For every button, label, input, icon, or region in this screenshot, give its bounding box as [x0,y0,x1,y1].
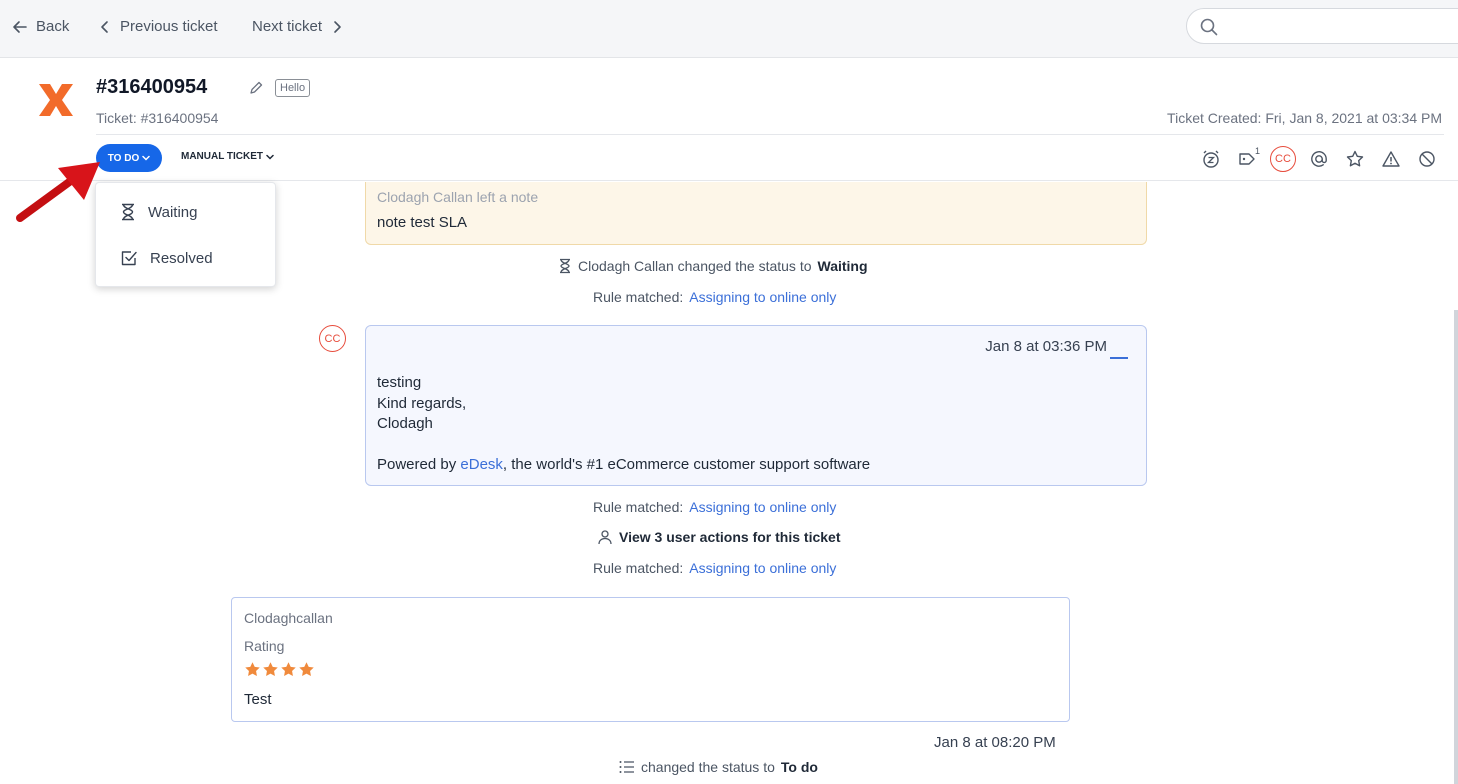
checkbox-icon [121,251,137,266]
internal-note: Clodagh Callan left a note note test SLA [365,182,1147,245]
ticket-type-dropdown[interactable]: MANUAL TICKET [181,151,274,162]
user-actions-text: View 3 user actions for this ticket [619,529,841,545]
previous-ticket-label: Previous ticket [120,18,218,35]
message-time: Jan 8 at 03:36 PM [985,338,1107,355]
red-arrow-annotation-icon [16,162,100,222]
tag-count: 1 [1254,146,1260,156]
rule-link[interactable]: Assigning to online only [689,560,836,576]
back-label: Back [36,18,70,35]
snooze-button[interactable] [1198,146,1224,172]
rule-matched-label: Rule matched: [593,499,684,515]
status-option-waiting[interactable]: Waiting [120,203,197,221]
top-nav-bar: Back Previous ticket Next ticket [0,0,1458,58]
next-ticket-button[interactable]: Next ticket [252,18,344,35]
final-status-event: changed the status to To do [619,759,818,775]
sender-avatar: CC [319,325,346,352]
star-filled-icon [281,662,296,677]
message-signature: Powered by eDesk, the world's #1 eCommer… [377,456,870,473]
rating-comment: Test [244,691,272,708]
powered-suffix: , the world's #1 eCommerce customer supp… [502,456,871,473]
at-sign-icon [1311,151,1327,167]
chevron-right-icon [334,20,341,33]
status-dropdown-menu: Waiting Resolved [95,182,276,287]
search-icon [1200,18,1218,36]
toolbar-divider [0,180,1458,181]
back-button[interactable]: Back [12,18,69,35]
list-icon [619,761,634,773]
rule-matched-label: Rule matched: [593,289,684,305]
message-line: testing [377,374,422,391]
status-change-value: Waiting [817,258,868,274]
hourglass-icon [560,258,570,274]
star-outline-icon [1346,150,1364,167]
status-option-label: Resolved [150,249,213,267]
status-change-event: Clodagh Callan changed the status to Wai… [558,258,868,274]
header-divider [96,134,1444,135]
rating-time: Jan 8 at 08:20 PM [934,734,1056,751]
ticket-type-label: MANUAL TICKET [181,151,264,162]
rule-matched-event: Rule matched: Assigning to online only [593,289,836,305]
status-option-resolved[interactable]: Resolved [120,249,213,267]
rating-card: Clodaghcallan Rating Test [231,597,1070,722]
chevron-left-icon [101,20,108,33]
rule-matched-label: Rule matched: [593,560,684,576]
star-filled-icon [245,662,260,677]
search-input[interactable] [1227,15,1447,37]
scrollbar[interactable] [1454,310,1458,784]
edesk-link[interactable]: eDesk [460,456,503,473]
mention-button[interactable] [1306,146,1332,172]
ticket-created-date: Ticket Created: Fri, Jan 8, 2021 at 03:3… [1167,110,1442,126]
message-menu-icon[interactable] [1110,357,1128,359]
message-bubble: Jan 8 at 03:36 PM testing Kind regards, … [365,325,1147,486]
final-status-value: To do [780,759,818,775]
star-button[interactable] [1342,146,1368,172]
edesk-logo-icon [39,84,73,116]
final-status-text: changed the status to [641,759,775,775]
user-actions-link[interactable]: View 3 user actions for this ticket [597,529,840,545]
note-author: Clodagh Callan left a note [377,189,539,205]
ticket-toolbar: 1 CC [1198,145,1440,173]
chevron-down-icon [266,154,274,160]
block-icon [1419,151,1435,167]
ticket-title: #316400954 [96,76,208,98]
rule-matched-event: Rule matched: Assigning to online only [593,560,836,576]
message-line: Clodagh [377,415,433,432]
ticket-tag-badge: Hello [275,79,311,97]
rule-link[interactable]: Assigning to online only [689,499,836,515]
rule-matched-event: Rule matched: Assigning to online only [593,499,836,515]
snooze-clock-icon [1203,150,1219,168]
arrow-left-icon [13,20,27,33]
ticket-number: Ticket: #316400954 [96,110,219,126]
assignee-button[interactable]: CC [1270,146,1296,172]
search-box[interactable] [1186,8,1458,44]
star-filled-icon [299,662,314,677]
powered-prefix: Powered by [377,456,457,473]
chevron-down-icon [142,155,150,161]
status-label: TO DO [107,152,140,164]
block-button[interactable] [1414,146,1440,172]
note-body: note test SLA [377,214,468,231]
flag-warning-button[interactable] [1378,146,1404,172]
previous-ticket-button[interactable]: Previous ticket [98,18,218,35]
rating-label: Rating [244,638,285,654]
hourglass-icon [122,203,134,221]
user-icon [598,530,612,545]
assignee-avatar: CC [1270,146,1296,172]
message-line: Kind regards, [377,395,467,412]
tags-button[interactable]: 1 [1234,146,1260,172]
pencil-icon[interactable] [248,80,264,96]
status-option-label: Waiting [148,203,198,221]
rating-stars [244,661,315,678]
rating-author: Clodaghcallan [244,610,333,626]
warning-triangle-icon [1382,151,1400,167]
star-filled-icon [263,662,278,677]
rule-link[interactable]: Assigning to online only [689,289,836,305]
status-change-text: Clodagh Callan changed the status to [578,258,812,274]
next-ticket-label: Next ticket [252,18,323,35]
